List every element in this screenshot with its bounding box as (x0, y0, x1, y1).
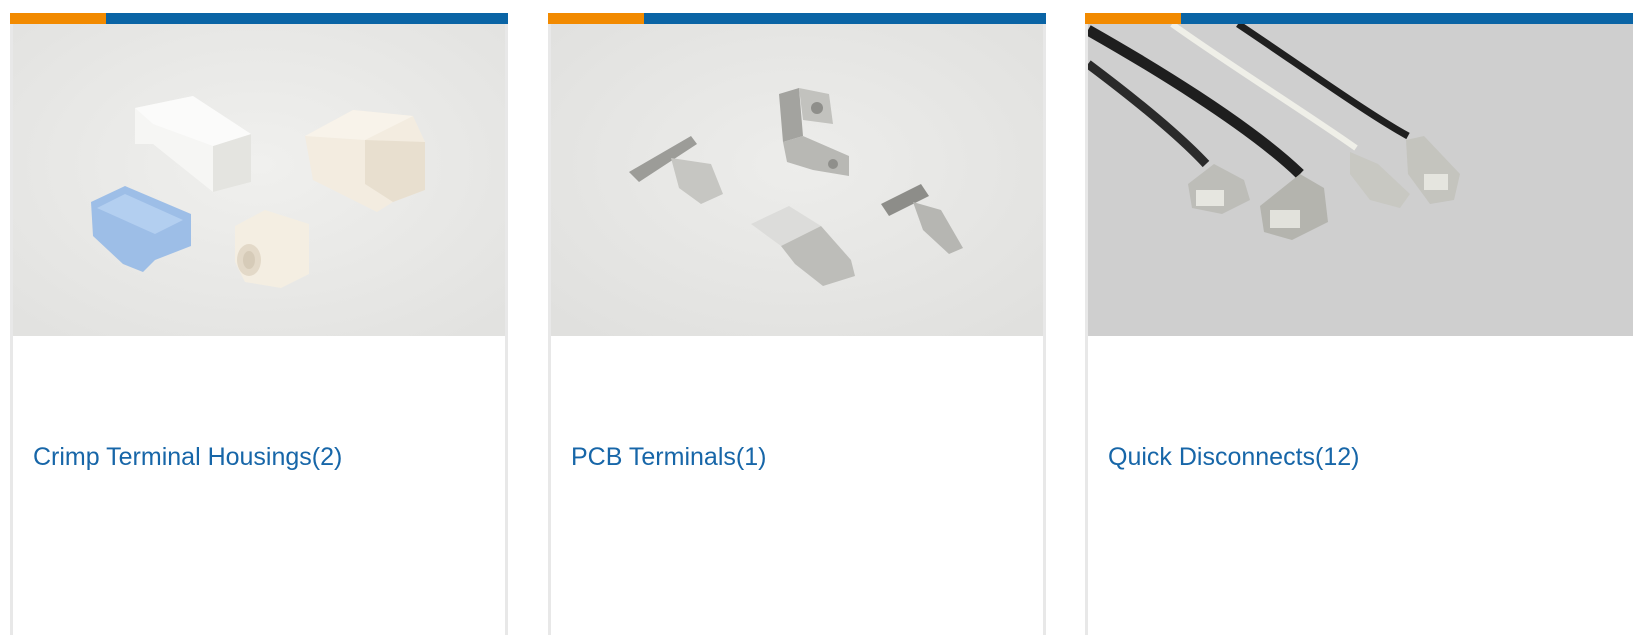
crimp-terminal-housings-image[interactable] (13, 24, 505, 336)
pcb-terminals-image[interactable] (551, 24, 1043, 336)
category-card-pcb-terminals[interactable]: PCB Terminals(1) (548, 13, 1046, 635)
category-card-crimp-terminal-housings[interactable]: Crimp Terminal Housings(2) (10, 13, 508, 635)
quick-disconnects-image[interactable] (1088, 24, 1633, 336)
card-top-bar (10, 13, 508, 24)
card-top-accent (548, 13, 644, 24)
category-link-quick-disconnects[interactable]: Quick Disconnects(12) (1108, 443, 1359, 472)
category-link-pcb-terminals[interactable]: PCB Terminals(1) (571, 443, 766, 472)
category-card-quick-disconnects[interactable]: Quick Disconnects(12) (1085, 13, 1633, 635)
card-top-bar (548, 13, 1046, 24)
card-top-bar (1085, 13, 1633, 24)
card-top-accent (10, 13, 106, 24)
card-top-accent (1085, 13, 1181, 24)
category-link-crimp-terminal-housings[interactable]: Crimp Terminal Housings(2) (33, 443, 342, 472)
